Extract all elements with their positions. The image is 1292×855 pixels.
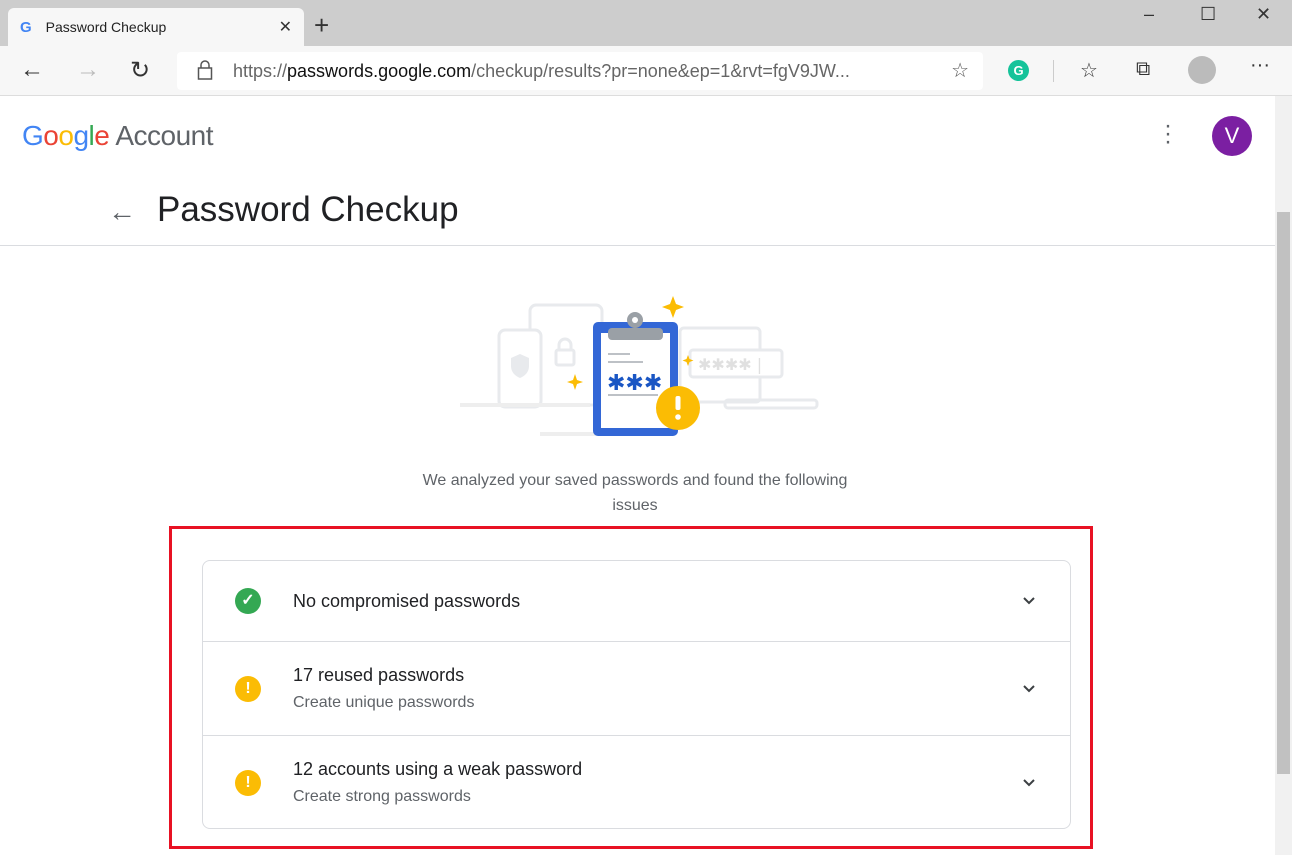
favorites-icon[interactable]: ☆ [1080,58,1098,83]
forward-button[interactable]: → [76,56,100,84]
logo-letter: g [73,120,89,151]
avatar[interactable]: V [1212,116,1252,156]
maximize-button[interactable]: ☐ [1200,4,1216,25]
issue-title: No compromised passwords [293,590,521,611]
minimize-button[interactable]: – [1144,4,1154,25]
back-button[interactable]: ← [20,56,44,84]
chevron-down-icon[interactable] [1022,682,1036,696]
svg-text:✱✱✱✱ |: ✱✱✱✱ | [698,355,762,374]
close-window-button[interactable]: ✕ [1256,4,1271,25]
toolbar-divider [1053,60,1054,82]
new-tab-button[interactable]: + [314,10,329,41]
more-menu-icon[interactable]: ··· [1250,54,1270,77]
issue-subtitle: Create unique passwords [293,694,475,711]
favorite-star-icon[interactable]: ☆ [951,58,969,83]
issues-card: ✓ No compromised passwords ! 17 reused p… [202,560,1071,829]
scrollbar-thumb[interactable] [1277,212,1290,774]
chevron-down-icon[interactable] [1022,776,1036,790]
refresh-button[interactable]: ↻ [130,56,150,85]
grammarly-extension-icon[interactable]: G [1008,60,1029,81]
issue-title: 12 accounts using a weak password [293,759,583,779]
warning-circle-icon: ! [235,675,261,702]
password-checkup-illustration: ✱✱✱✱ | ✱✱✱ [460,296,819,436]
more-options-icon[interactable]: · · · [1160,114,1176,154]
logo-letter: o [58,120,74,151]
issue-row-weak[interactable]: ! 12 accounts using a weak password Creat… [203,736,1070,829]
logo-letter: G [22,120,44,151]
svg-text:✱✱✱: ✱✱✱ [607,371,662,396]
intro-text: We analyzed your saved passwords and fou… [422,472,848,514]
tab-password-checkup[interactable]: G Password Checkup ✕ [8,8,304,46]
tab-bar: G Password Checkup ✕ + – ☐ ✕ [0,0,1292,46]
tab-title: Password Checkup [45,19,167,35]
back-arrow-icon[interactable]: ← [108,196,136,228]
logo-letter: e [94,120,110,151]
header-divider [0,245,1275,246]
profile-icon[interactable] [1188,56,1216,84]
issue-subtitle: Create strong passwords [293,788,471,805]
warning-circle-icon: ! [235,769,261,796]
issue-row-reused[interactable]: ! 17 reused passwords Create unique passw… [203,642,1070,736]
scrollbar[interactable] [1275,96,1292,855]
close-tab-icon[interactable]: ✕ [279,17,292,37]
google-favicon-icon: G [20,18,32,36]
url-domain: passwords.google.com [287,60,472,81]
logo-letter: o [43,120,59,151]
lock-icon [197,60,213,80]
collections-icon[interactable]: ⧉ [1136,58,1150,81]
chevron-down-icon[interactable] [1022,594,1036,608]
page-title: Password Checkup [157,190,459,229]
google-account-logo[interactable]: Google Account [22,120,213,152]
address-bar[interactable]: https://passwords.google.com/checkup/res… [177,52,983,90]
check-circle-icon: ✓ [235,588,261,614]
url-path: /checkup/results?pr=none&ep=1&rvt=fgV9JW… [471,60,850,81]
logo-account-text: Account [115,120,213,151]
issue-row-compromised[interactable]: ✓ No compromised passwords [203,561,1070,642]
url-prefix: https:// [233,60,288,81]
issue-title: 17 reused passwords [293,665,465,685]
browser-toolbar: ← → ↻ https://passwords.google.com/check… [0,46,1292,96]
